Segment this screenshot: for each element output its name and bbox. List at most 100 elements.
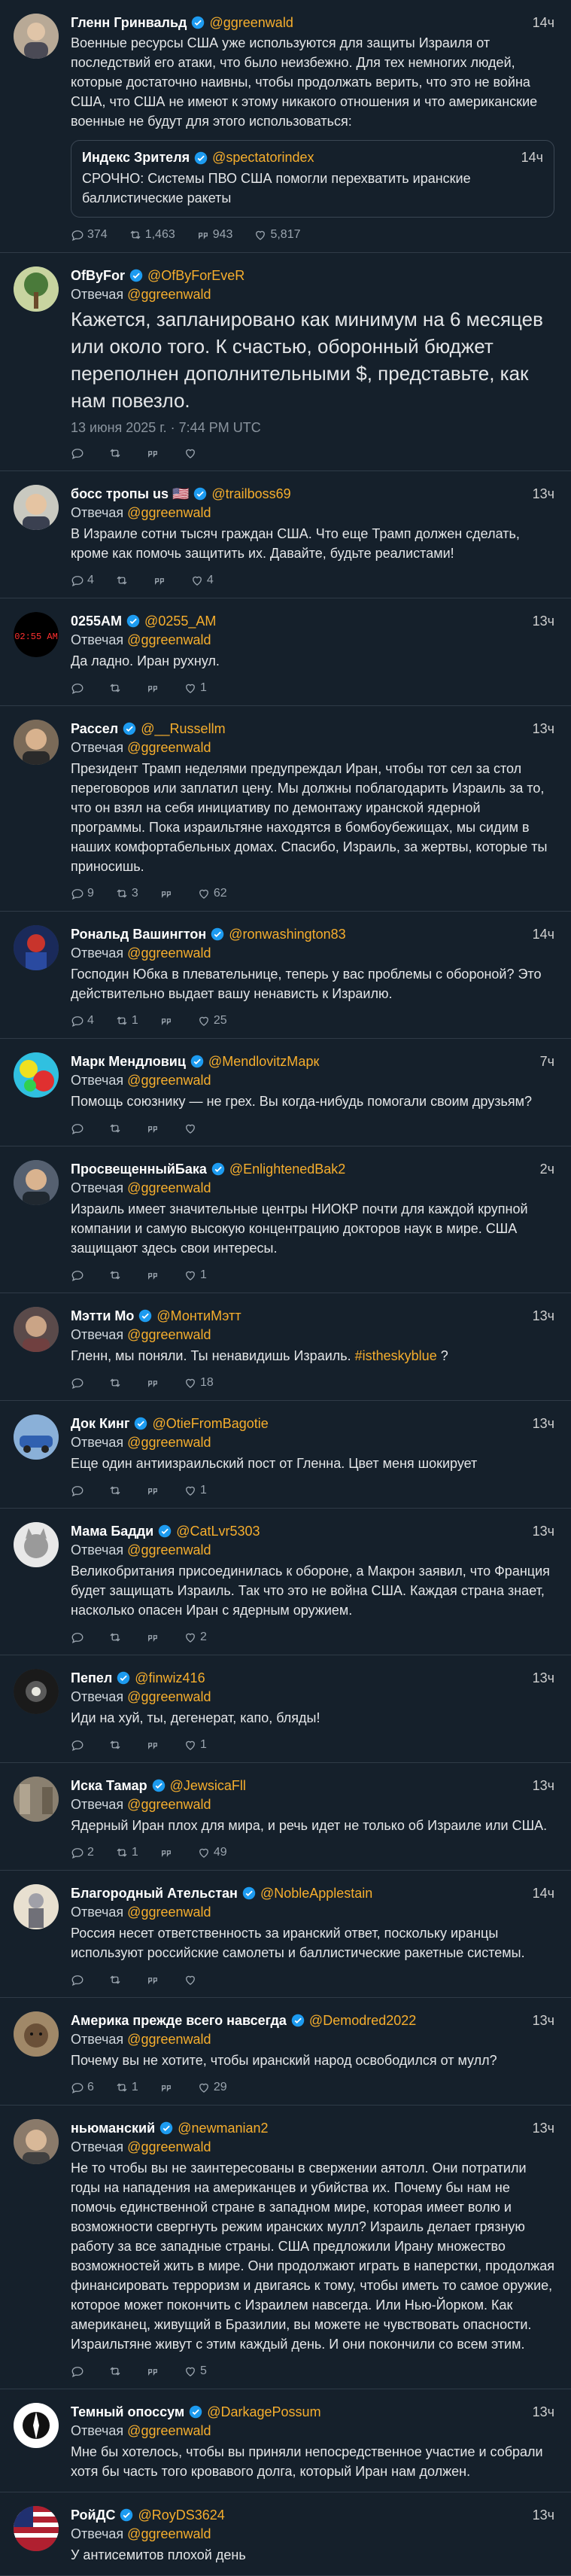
post-time[interactable]: 13ч — [533, 612, 554, 630]
author-handle[interactable]: @MendlovitzМарк — [208, 1052, 319, 1070]
author-name[interactable]: РойДС — [71, 2506, 115, 2524]
post-time[interactable]: 13ч — [533, 2403, 554, 2421]
like-button[interactable]: 4 — [190, 574, 214, 587]
quote-button[interactable] — [146, 1738, 162, 1752]
author-name[interactable]: Марк Мендловиц — [71, 1052, 186, 1070]
quote-button[interactable] — [146, 1268, 162, 1282]
like-button[interactable]: 1 — [184, 681, 207, 695]
avatar[interactable] — [14, 1307, 59, 1352]
author-handle[interactable]: @DarkagePossum — [207, 2403, 320, 2421]
post[interactable]: OfByFor @OfByForEveR Отвечая @ggreenwald Ка… — [0, 253, 571, 471]
reply-mention[interactable]: @ggreenwald — [127, 1905, 211, 1920]
reply-mention[interactable]: @ggreenwald — [127, 2139, 211, 2154]
reply-button[interactable]: 2 — [71, 1846, 94, 1859]
retweet-button[interactable] — [108, 1738, 125, 1752]
author-name[interactable]: Док Кинг — [71, 1414, 129, 1433]
like-button[interactable] — [184, 446, 200, 460]
reply-button[interactable] — [71, 1122, 87, 1135]
retweet-button[interactable] — [108, 1376, 125, 1390]
author-name[interactable]: ньюманский — [71, 2119, 155, 2137]
quoted-author-name[interactable]: Индекс Зрителя — [82, 150, 190, 166]
reply-mention[interactable]: @ggreenwald — [127, 1327, 211, 1342]
post[interactable]: Иска Тамар @JewsicaFll 13ч Отвечая @ggreenw… — [0, 1763, 571, 1871]
post[interactable]: босс тропы us 🇺🇸 @trailboss69 13ч Отвечая @… — [0, 471, 571, 598]
retweet-button[interactable] — [108, 2364, 125, 2378]
quote-button[interactable]: 943 — [196, 228, 232, 242]
reply-mention[interactable]: @ggreenwald — [127, 287, 211, 302]
avatar[interactable] — [14, 925, 59, 970]
author-handle[interactable]: @CatLvr5303 — [176, 1522, 260, 1540]
quote-button[interactable] — [159, 887, 176, 900]
retweet-button[interactable] — [108, 1484, 125, 1497]
reply-mention[interactable]: @ggreenwald — [127, 740, 211, 755]
post-time[interactable]: 13ч — [533, 1307, 554, 1325]
avatar[interactable]: 02:55 AM — [14, 612, 59, 657]
reply-button[interactable] — [71, 446, 87, 460]
post-time[interactable]: 2ч — [540, 1160, 554, 1178]
post[interactable]: РойДС @RoyDS3624 13ч Отвечая @ggreenwald У а… — [0, 2492, 571, 2576]
post[interactable]: ПросвещенныйБака @EnlightenedBak2 2ч Отвеча… — [0, 1146, 571, 1293]
author-handle[interactable]: @NobleApplestain — [260, 1884, 372, 1902]
reply-mention[interactable]: @ggreenwald — [127, 505, 211, 520]
retweet-button[interactable] — [115, 574, 132, 587]
reply-button[interactable] — [71, 1973, 87, 1987]
author-name[interactable]: 0255AM — [71, 612, 122, 630]
reply-button[interactable]: 4 — [71, 1014, 94, 1028]
reply-mention[interactable]: @ggreenwald — [127, 2423, 211, 2438]
retweet-button[interactable] — [108, 1268, 125, 1282]
reply-button[interactable]: 374 — [71, 228, 108, 242]
author-handle[interactable]: @__Russellm — [141, 720, 225, 738]
like-button[interactable]: 49 — [197, 1846, 227, 1859]
author-name[interactable]: Пепел — [71, 1669, 112, 1687]
post[interactable]: Мама Бадди @CatLvr5303 13ч Отвечая @ggreenw… — [0, 1509, 571, 1655]
reply-button[interactable] — [71, 1631, 87, 1644]
quote-button[interactable] — [146, 1631, 162, 1644]
avatar[interactable] — [14, 1777, 59, 1822]
avatar[interactable] — [14, 2011, 59, 2057]
reply-mention[interactable]: @ggreenwald — [127, 2526, 211, 2541]
like-button[interactable]: 18 — [184, 1376, 214, 1390]
avatar[interactable] — [14, 266, 59, 312]
post-time[interactable]: 7ч — [540, 1052, 554, 1070]
post[interactable]: Благородный Ательстан @NobleApplestain 14ч… — [0, 1871, 571, 1998]
author-handle[interactable]: @0255_AM — [144, 612, 216, 630]
retweet-button[interactable]: 1 — [115, 1014, 138, 1028]
author-name[interactable]: Рассел — [71, 720, 118, 738]
avatar[interactable] — [14, 2506, 59, 2551]
post[interactable]: Темный опоссум @DarkagePossum 13ч Отвечая @… — [0, 2389, 571, 2492]
like-button[interactable] — [184, 1973, 200, 1987]
like-button[interactable]: 29 — [197, 2081, 227, 2094]
post[interactable]: Америка прежде всего навсегда @Demodred20… — [0, 1998, 571, 2106]
reply-button[interactable] — [71, 681, 87, 695]
quote-button[interactable] — [146, 1376, 162, 1390]
retweet-button[interactable] — [108, 1122, 125, 1135]
quote-button[interactable] — [146, 1484, 162, 1497]
reply-mention[interactable]: @ggreenwald — [127, 1073, 211, 1088]
post[interactable]: Док Кинг @OtieFromBagotie 13ч Отвечая @ggre… — [0, 1401, 571, 1509]
quote-button[interactable] — [146, 2364, 162, 2378]
post-time[interactable]: 13ч — [533, 1522, 554, 1540]
avatar[interactable] — [14, 2119, 59, 2164]
retweet-button[interactable]: 3 — [115, 887, 138, 900]
author-handle[interactable]: @RoyDS3624 — [138, 2506, 224, 2524]
author-name[interactable]: Мэтти Мо — [71, 1307, 134, 1325]
post[interactable]: Мэтти Мо @МонтиМэтт 13ч Отвечая @ggreenwald… — [0, 1293, 571, 1401]
reply-button[interactable] — [71, 1738, 87, 1752]
author-name[interactable]: OfByFor — [71, 266, 125, 285]
quote-button[interactable] — [159, 2081, 176, 2094]
quote-button[interactable] — [146, 1122, 162, 1135]
like-button[interactable]: 1 — [184, 1738, 207, 1752]
like-button[interactable]: 1 — [184, 1484, 207, 1497]
post[interactable]: 02:55 AM 0255AM @0255_AM 13ч Отвечая @ggreen… — [0, 598, 571, 706]
post-time[interactable]: 14ч — [533, 14, 554, 32]
author-name[interactable]: ПросвещенныйБака — [71, 1160, 207, 1178]
like-button[interactable]: 62 — [197, 887, 227, 900]
post-time[interactable]: 14ч — [533, 1884, 554, 1902]
retweet-button[interactable] — [108, 1973, 125, 1987]
quote-button[interactable] — [146, 446, 162, 460]
reply-button[interactable] — [71, 1376, 87, 1390]
post-time[interactable]: 13ч — [533, 2119, 554, 2137]
avatar[interactable] — [14, 720, 59, 765]
post[interactable]: Рассел @__Russellm 13ч Отвечая @ggreenwald П… — [0, 706, 571, 912]
quoted-author-handle[interactable]: @spectatorindex — [212, 150, 314, 166]
